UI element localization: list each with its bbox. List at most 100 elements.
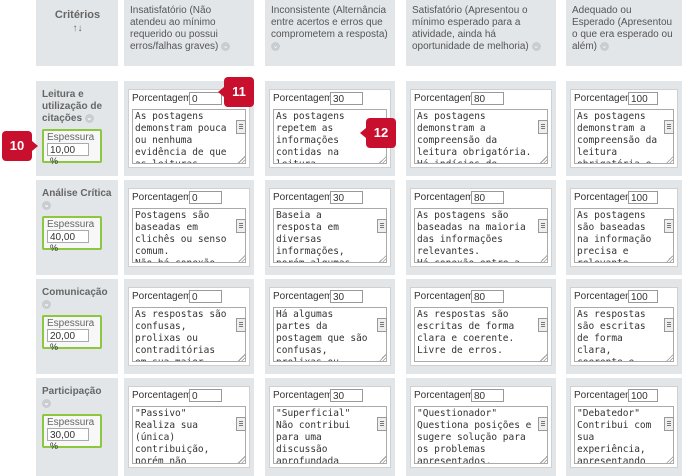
- weight-input[interactable]: 20,00: [47, 329, 89, 342]
- resize-grip-icon[interactable]: [238, 255, 245, 262]
- weight-label: Espessura: [47, 318, 95, 329]
- description-textarea[interactable]: As postagens demonstram pouca ou nenhuma…: [132, 109, 246, 164]
- resize-grip-icon[interactable]: [238, 156, 245, 163]
- resize-grip-icon[interactable]: [666, 456, 673, 463]
- percent-input[interactable]: 0: [189, 389, 222, 402]
- weight-input[interactable]: 30,00: [47, 428, 89, 441]
- percent-input[interactable]: 30: [330, 92, 363, 105]
- description-textarea[interactable]: As postagens demonstram a compreensão da…: [414, 109, 548, 164]
- resize-grip-icon[interactable]: [540, 156, 547, 163]
- scrollbar[interactable]: [664, 407, 674, 463]
- percent-input[interactable]: 100: [628, 290, 658, 303]
- percent-label: Porcentagem: [574, 291, 634, 302]
- chevron-down-icon[interactable]: ⌄: [84, 113, 94, 123]
- resize-grip-icon[interactable]: [666, 255, 673, 262]
- weight-input[interactable]: 40,00: [47, 230, 89, 243]
- percent-label: Porcentagem: [414, 291, 474, 302]
- description-textarea[interactable]: Postagens são baseadas em clichês ou sen…: [132, 208, 246, 263]
- chevron-down-icon[interactable]: ⌄: [531, 41, 541, 51]
- percent-input[interactable]: 80: [471, 389, 504, 402]
- percent-input[interactable]: 80: [471, 191, 504, 204]
- criterion-name: Leitura e utilização de citações ⌄: [42, 89, 103, 124]
- criteria-header[interactable]: Critérios ↑↓: [36, 0, 118, 66]
- criterion-row-label: Leitura e utilização de citações ⌄ Espes…: [36, 81, 118, 176]
- description-textarea[interactable]: Há algumas partes da postagem que são co…: [273, 307, 387, 362]
- rubric-cell: Porcentagem 100 As respostas são escrita…: [566, 279, 682, 374]
- percent-input[interactable]: 30: [330, 389, 363, 402]
- weight-box: Espessura 40,00%: [42, 216, 102, 254]
- rubric-cell: Porcentagem 30 Há algumas partes da post…: [265, 279, 395, 374]
- callout-badge-10: 10: [2, 131, 38, 161]
- column-header-adequate: Adequado ou Esperado (Apresentou o que e…: [566, 0, 682, 66]
- rubric-cell: Porcentagem 30 "Superficial" Não contrib…: [265, 378, 395, 476]
- description-textarea[interactable]: As respostas são confusas, prolixas ou c…: [132, 307, 246, 362]
- resize-grip-icon[interactable]: [379, 456, 386, 463]
- resize-grip-icon[interactable]: [666, 354, 673, 361]
- column-header-satisfactory: Satisfatório (Apresentou o mínimo espera…: [406, 0, 556, 66]
- description-textarea[interactable]: As postagens são baseadas na informação …: [574, 208, 674, 263]
- description-textarea[interactable]: "Superficial" Não contribui para uma dis…: [273, 406, 387, 464]
- percent-input[interactable]: 100: [628, 92, 658, 105]
- percent-input[interactable]: 0: [189, 290, 222, 303]
- percent-input[interactable]: 100: [628, 389, 658, 402]
- percent-unit: %: [50, 243, 59, 254]
- resize-grip-icon[interactable]: [238, 354, 245, 361]
- percent-label: Porcentagem: [414, 93, 474, 104]
- rubric-cell: Porcentagem 0 "Passivo" Realiza sua (úni…: [124, 378, 254, 476]
- description-textarea[interactable]: As postagens demonstram a compreensão da…: [574, 109, 674, 164]
- rubric-cell: Porcentagem 0 As respostas são confusas,…: [124, 279, 254, 374]
- criterion-row-label: Análise Crítica ⌄ Espessura 40,00%: [36, 180, 118, 275]
- resize-grip-icon[interactable]: [540, 456, 547, 463]
- scrollbar[interactable]: [377, 407, 387, 463]
- description-textarea[interactable]: As postagens são baseadas na maioria das…: [414, 208, 548, 263]
- criterion-name: Comunicação ⌄: [42, 287, 108, 309]
- description-textarea[interactable]: Baseia a resposta em diversas informaçõe…: [273, 208, 387, 263]
- column-header-inconsistent: Inconsistente (Alternância entre acertos…: [265, 0, 395, 66]
- description-textarea[interactable]: As respostas são escritas de forma clara…: [414, 307, 548, 362]
- weight-box: Espessura 30,00%: [42, 414, 102, 452]
- column-header-label: Satisfatório (Apresentou o mínimo espera…: [412, 5, 529, 52]
- percent-label: Porcentagem: [273, 93, 333, 104]
- scrollbar[interactable]: [538, 407, 548, 463]
- percent-input[interactable]: 80: [471, 92, 504, 105]
- description-textarea[interactable]: "Debatedor" Contribui com sua experiênci…: [574, 406, 674, 464]
- percent-label: Porcentagem: [273, 390, 333, 401]
- resize-grip-icon[interactable]: [540, 354, 547, 361]
- resize-grip-icon[interactable]: [666, 156, 673, 163]
- chevron-down-icon[interactable]: ⌄: [221, 41, 231, 51]
- criterion-row-label: Participação ⌄ Espessura 30,00%: [36, 378, 118, 476]
- column-header-label: Inconsistente (Alternância entre acertos…: [271, 5, 388, 40]
- percent-label: Porcentagem: [132, 93, 192, 104]
- percent-input[interactable]: 80: [471, 290, 504, 303]
- percent-label: Porcentagem: [273, 291, 333, 302]
- criteria-header-label: Critérios: [54, 9, 101, 21]
- percent-label: Porcentagem: [132, 291, 192, 302]
- chevron-down-icon[interactable]: ⌄: [42, 398, 51, 408]
- description-textarea[interactable]: "Passivo" Realiza sua (única) contribuiç…: [132, 406, 246, 464]
- weight-label: Espessura: [47, 219, 95, 230]
- sort-icon[interactable]: ↑↓: [42, 23, 113, 35]
- resize-grip-icon[interactable]: [379, 156, 386, 163]
- percent-label: Porcentagem: [574, 390, 634, 401]
- weight-box: Espessura 20,00%: [42, 315, 102, 352]
- chevron-down-icon[interactable]: ⌄: [599, 41, 609, 51]
- chevron-down-icon[interactable]: ⌄: [271, 41, 280, 51]
- chevron-down-icon[interactable]: ⌄: [42, 299, 51, 309]
- scrollbar[interactable]: [236, 407, 246, 463]
- resize-grip-icon[interactable]: [238, 456, 245, 463]
- percent-input[interactable]: 30: [330, 191, 363, 204]
- resize-grip-icon[interactable]: [540, 255, 547, 262]
- rubric-cell: Porcentagem 100 As postagens são baseada…: [566, 180, 682, 275]
- percent-input[interactable]: 30: [330, 290, 363, 303]
- chevron-down-icon[interactable]: ⌄: [42, 200, 51, 210]
- description-textarea[interactable]: "Questionador" Questiona posições e suge…: [414, 406, 548, 464]
- description-textarea[interactable]: As respostas são escritas de forma clara…: [574, 307, 674, 362]
- percent-input[interactable]: 0: [189, 191, 222, 204]
- column-header-label: Adequado ou Esperado (Apresentou o que e…: [572, 5, 673, 52]
- resize-grip-icon[interactable]: [379, 354, 386, 361]
- resize-grip-icon[interactable]: [379, 255, 386, 262]
- percent-unit: %: [50, 441, 59, 452]
- weight-label: Espessura: [47, 417, 95, 428]
- percent-input[interactable]: 100: [628, 191, 658, 204]
- weight-input[interactable]: 10,00: [47, 143, 89, 156]
